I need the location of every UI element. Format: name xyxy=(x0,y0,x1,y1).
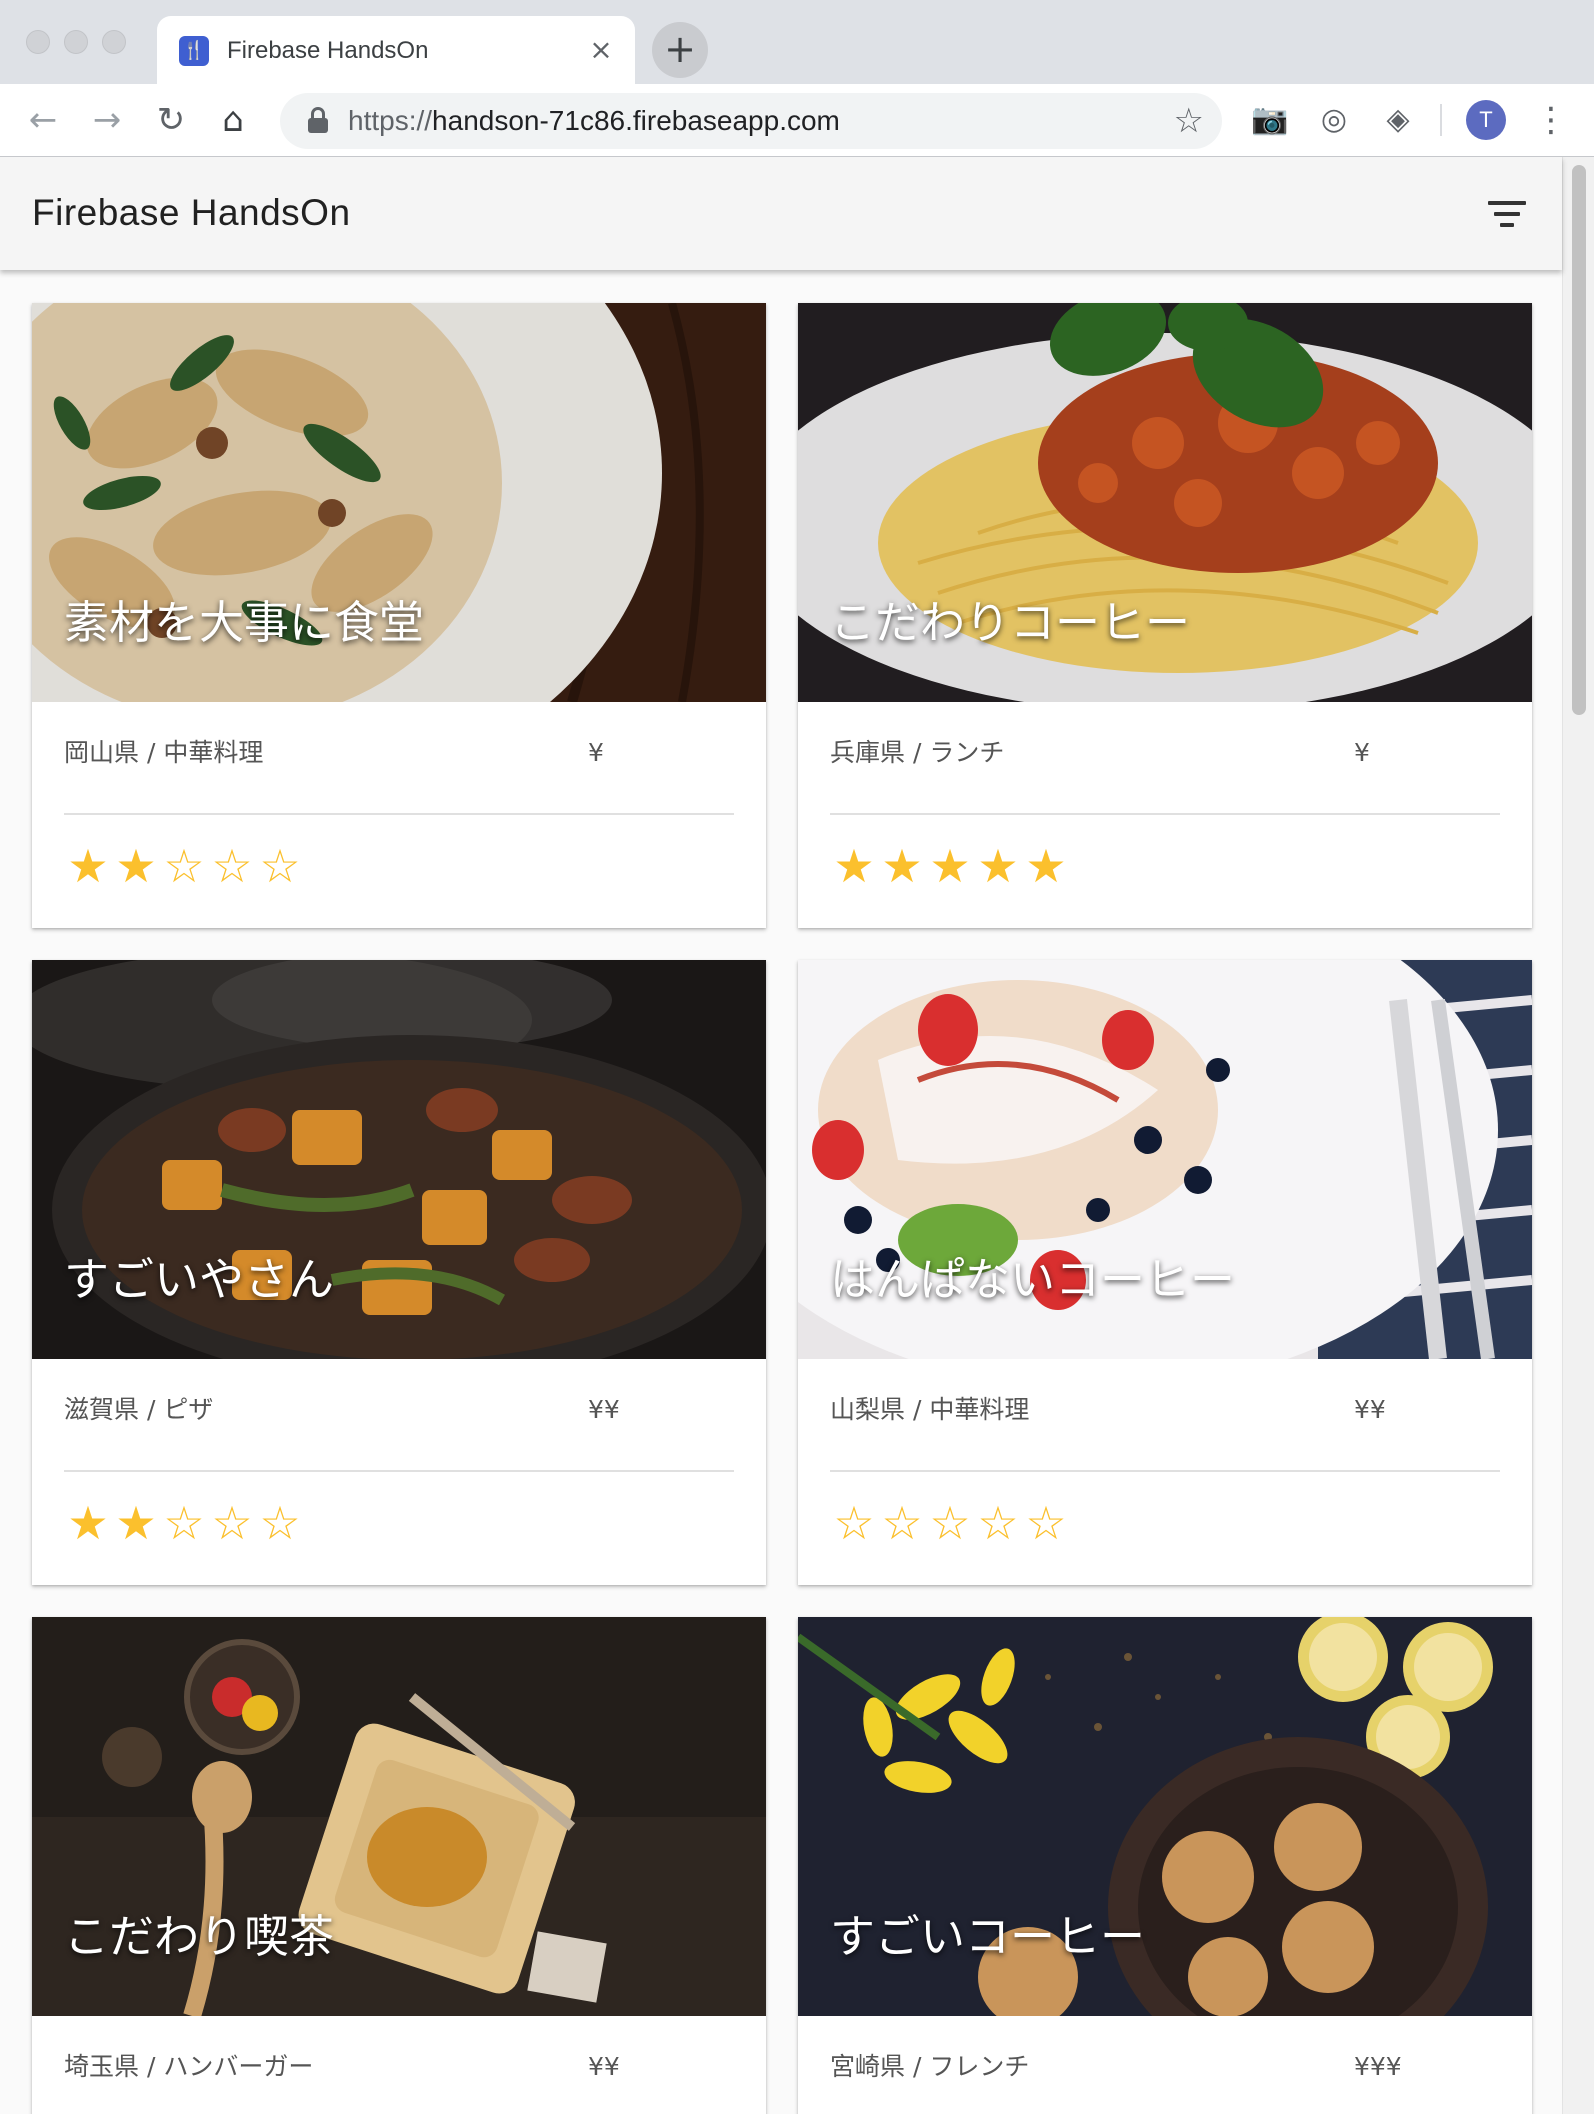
card-divider xyxy=(64,813,734,815)
restaurant-photo: こだわりコーヒー xyxy=(798,303,1532,702)
restaurant-card[interactable]: すごいやさん 滋賀県 / ピザ ¥¥ ★ ★ ☆ ☆ ☆ xyxy=(32,960,766,1585)
restaurant-card[interactable]: 素材を大事に食堂 岡山県 / 中華料理 ¥ ★ ★ ☆ ☆ ☆ xyxy=(32,303,766,928)
filled-star-icon: ★ xyxy=(67,839,109,893)
back-arrow-icon[interactable]: ← xyxy=(20,97,66,143)
restaurant-name: こだわりコーヒー xyxy=(830,596,1191,649)
filled-star-icon: ★ xyxy=(881,839,923,893)
empty-star-icon: ☆ xyxy=(881,1496,923,1550)
minimize-window-button[interactable] xyxy=(64,30,88,54)
more-menu-icon[interactable]: ⋮ xyxy=(1534,98,1568,142)
restaurant-name: はんぱないコーヒー xyxy=(830,1253,1236,1306)
restaurant-photo: こだわり喫茶 xyxy=(32,1617,766,2016)
tab-strip: 🍴 Firebase HandsOn × + xyxy=(0,0,1594,84)
browser-toolbar: ← → ↻ ⌂ https://handson-71c86.firebaseap… xyxy=(0,84,1594,157)
app-title: Firebase HandsOn xyxy=(32,192,351,233)
empty-star-icon: ☆ xyxy=(259,839,301,893)
empty-star-icon: ☆ xyxy=(163,1496,205,1550)
restaurant-location-category: 宮崎県 / フレンチ xyxy=(830,2052,1030,2081)
url-scheme: https:// xyxy=(348,105,433,136)
restaurant-photo: すごいやさん xyxy=(32,960,766,1359)
filled-star-icon: ★ xyxy=(1025,839,1067,893)
browser-chrome: 🍴 Firebase HandsOn × + ← → ↻ ⌂ https://h… xyxy=(0,0,1594,157)
camera-icon[interactable]: 📷 xyxy=(1250,100,1290,140)
extension-code-icon[interactable]: ◈ xyxy=(1378,100,1418,140)
restaurant-card[interactable]: すごいコーヒー 宮崎県 / フレンチ ¥¥¥ xyxy=(798,1617,1532,2114)
filled-star-icon: ★ xyxy=(115,1496,157,1550)
filled-star-icon: ★ xyxy=(929,839,971,893)
zoom-window-button[interactable] xyxy=(102,30,126,54)
reload-icon[interactable]: ↻ xyxy=(148,97,194,143)
close-window-button[interactable] xyxy=(26,30,50,54)
restaurant-location-category: 岡山県 / 中華料理 xyxy=(64,738,264,767)
tab-title: Firebase HandsOn xyxy=(227,37,429,64)
restaurant-photo: はんぱないコーヒー xyxy=(798,960,1532,1359)
filter-list-icon[interactable] xyxy=(1488,199,1526,229)
forward-arrow-icon[interactable]: → xyxy=(84,97,130,143)
empty-star-icon: ☆ xyxy=(211,1496,253,1550)
lock-icon xyxy=(308,107,328,133)
address-bar[interactable]: https://handson-71c86.firebaseapp.com ☆ xyxy=(280,93,1222,149)
app-bar: Firebase HandsOn xyxy=(0,157,1562,270)
restaurant-name: すごいやさん xyxy=(64,1253,335,1306)
star-rating: ★ ★ ☆ ☆ ☆ xyxy=(64,1498,304,1548)
url-host: handson-71c86.firebaseapp.com xyxy=(432,105,840,136)
restaurant-card[interactable]: こだわり喫茶 埼玉県 / ハンバーガー ¥¥ xyxy=(32,1617,766,2114)
empty-star-icon: ☆ xyxy=(833,1496,875,1550)
restaurant-price: ¥ xyxy=(588,738,604,767)
scrollbar[interactable] xyxy=(1562,157,1594,2114)
empty-star-icon: ☆ xyxy=(211,839,253,893)
restaurant-card[interactable]: こだわりコーヒー 兵庫県 / ランチ ¥ ★ ★ ★ ★ ★ xyxy=(798,303,1532,928)
empty-star-icon: ☆ xyxy=(259,1496,301,1550)
star-rating: ★ ★ ☆ ☆ ☆ xyxy=(64,841,304,891)
restaurant-photo: すごいコーヒー xyxy=(798,1617,1532,2016)
restaurant-name: こだわり喫茶 xyxy=(64,1910,335,1963)
scrollbar-thumb[interactable] xyxy=(1572,165,1586,715)
filled-star-icon: ★ xyxy=(833,839,875,893)
restaurant-location-category: 兵庫県 / ランチ xyxy=(830,738,1005,767)
toolbar-separator xyxy=(1440,104,1442,136)
check-circle-icon[interactable]: ◎ xyxy=(1314,100,1354,140)
restaurant-price: ¥ xyxy=(1354,738,1370,767)
restaurant-price: ¥¥ xyxy=(588,1395,620,1424)
restaurant-location-category: 滋賀県 / ピザ xyxy=(64,1395,214,1424)
bookmark-star-icon[interactable]: ☆ xyxy=(1174,101,1204,141)
home-icon[interactable]: ⌂ xyxy=(210,97,256,143)
restaurant-location-category: 埼玉県 / ハンバーガー xyxy=(64,2052,314,2081)
empty-star-icon: ☆ xyxy=(163,839,205,893)
card-divider xyxy=(830,813,1500,815)
filled-star-icon: ★ xyxy=(977,839,1019,893)
empty-star-icon: ☆ xyxy=(929,1496,971,1550)
restaurant-price: ¥¥ xyxy=(1354,1395,1386,1424)
restaurant-icon: 🍴 xyxy=(179,36,209,66)
profile-avatar[interactable]: T xyxy=(1466,100,1506,140)
close-tab-icon[interactable]: × xyxy=(585,34,617,66)
restaurant-location-category: 山梨県 / 中華料理 xyxy=(830,1395,1030,1424)
browser-tab[interactable]: 🍴 Firebase HandsOn × xyxy=(157,16,635,84)
star-rating: ☆ ☆ ☆ ☆ ☆ xyxy=(830,1498,1070,1548)
restaurant-price: ¥¥¥ xyxy=(1354,2052,1402,2081)
restaurant-photo: 素材を大事に食堂 xyxy=(32,303,766,702)
empty-star-icon: ☆ xyxy=(1025,1496,1067,1550)
empty-star-icon: ☆ xyxy=(977,1496,1019,1550)
page-viewport: Firebase HandsOn 素材を大事に食堂 岡山県 / 中華料理 ¥ ★… xyxy=(0,157,1594,2114)
star-rating: ★ ★ ★ ★ ★ xyxy=(830,841,1070,891)
new-tab-button[interactable]: + xyxy=(652,22,708,78)
restaurant-price: ¥¥ xyxy=(588,2052,620,2081)
card-divider xyxy=(830,1470,1500,1472)
filled-star-icon: ★ xyxy=(115,839,157,893)
url-text[interactable]: https://handson-71c86.firebaseapp.com xyxy=(348,106,840,136)
restaurant-card[interactable]: はんぱないコーヒー 山梨県 / 中華料理 ¥¥ ☆ ☆ ☆ ☆ ☆ xyxy=(798,960,1532,1585)
restaurant-name: すごいコーヒー xyxy=(830,1910,1146,1963)
restaurant-name: 素材を大事に食堂 xyxy=(64,596,425,649)
filled-star-icon: ★ xyxy=(67,1496,109,1550)
card-divider xyxy=(64,1470,734,1472)
